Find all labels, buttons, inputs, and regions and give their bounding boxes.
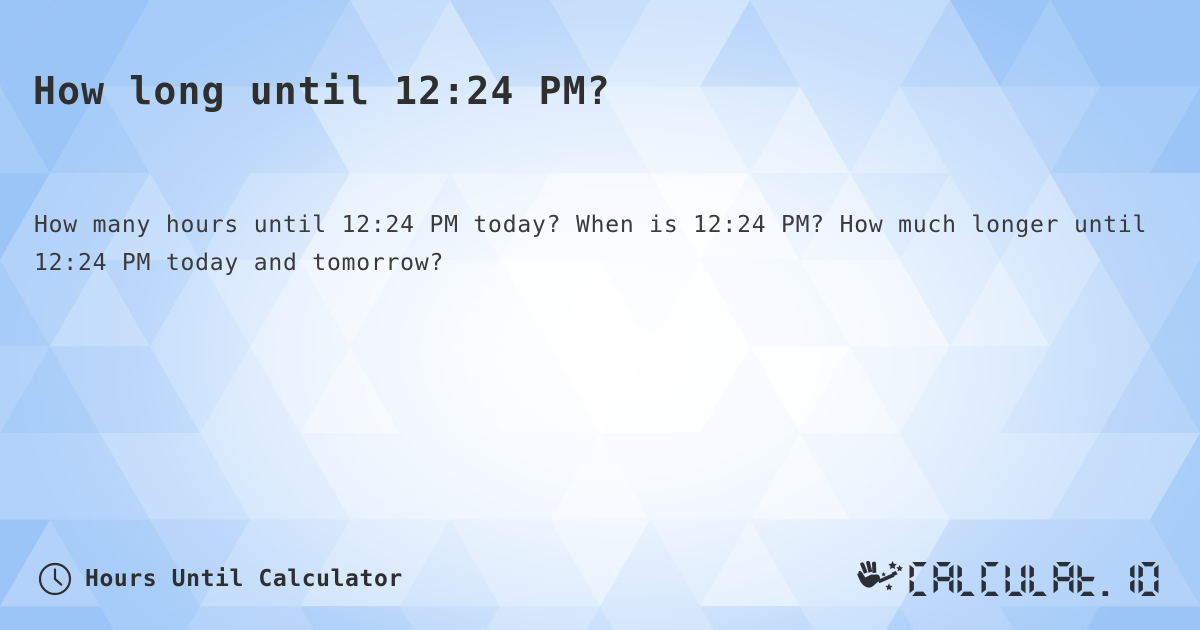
clock-icon [38, 562, 72, 596]
footer: Hours Until Calculator [0, 548, 1200, 610]
footer-brand-label: Hours Until Calculator [85, 566, 403, 592]
card-content: How long until 12:24 PM? How many hours … [0, 0, 1200, 630]
logo-wordmark [908, 557, 1164, 601]
footer-brand: Hours Until Calculator [38, 562, 403, 596]
site-logo[interactable] [852, 557, 1164, 601]
magic-wand-hand-icon [857, 560, 903, 591]
og-image-card: How long until 12:24 PM? How many hours … [0, 0, 1200, 630]
page-description: How many hours until 12:24 PM today? Whe… [34, 212, 1148, 276]
page-title: How long until 12:24 PM? [33, 69, 611, 114]
